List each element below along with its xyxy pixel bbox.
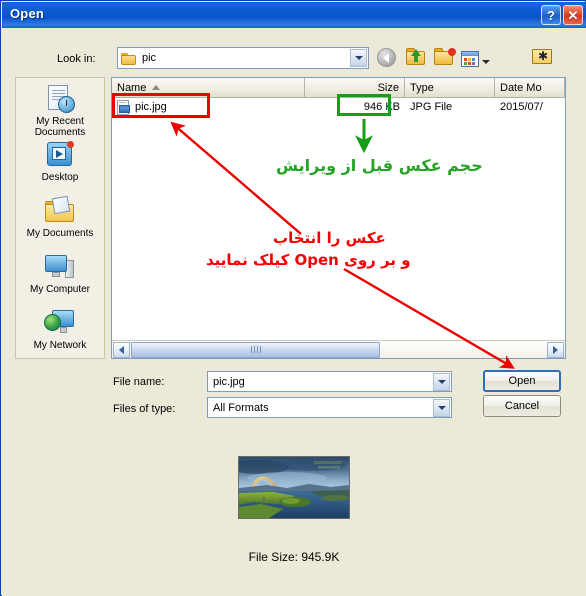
scroll-left-button[interactable] <box>113 341 130 358</box>
sidebar-item-label: My Recent <box>36 116 84 127</box>
help-button[interactable]: ? <box>541 5 561 25</box>
create-new-folder-button[interactable] <box>433 46 456 68</box>
back-button[interactable] <box>377 46 400 68</box>
file-name-dropdown-arrow[interactable] <box>433 373 450 391</box>
file-list-header: Name Size Type Date Mo <box>112 78 565 98</box>
column-header-name[interactable]: Name <box>112 78 305 97</box>
sidebar-item-desktop[interactable]: Desktop <box>16 140 104 195</box>
new-badge-icon <box>448 48 456 56</box>
sidebar-item-label-2: Documents <box>34 127 86 138</box>
files-of-type-dropdown-arrow[interactable] <box>433 399 450 417</box>
annotation-green-text: حجم عکس قبل از ویرایش <box>276 156 483 175</box>
my-documents-icon <box>44 195 76 226</box>
annotation-red-text-line1: عکس را انتخاب <box>273 229 386 247</box>
sort-ascending-icon <box>152 85 161 90</box>
file-name-input[interactable]: pic.jpg <box>207 371 452 392</box>
look-in-value: pic <box>142 52 157 64</box>
title-bar-buttons: ? ✕ <box>541 5 583 25</box>
look-in-dropdown-arrow[interactable] <box>350 49 367 67</box>
desktop-icon <box>44 140 76 170</box>
tools-button[interactable]: ✱ <box>531 46 553 66</box>
dialog-toolbar <box>377 46 490 68</box>
sidebar-item-my-network[interactable]: My Network <box>16 308 104 363</box>
screenshot-root: Open ? ✕ Look in: pic ✱ My Recent Docume… <box>0 0 586 596</box>
folder-icon <box>121 52 137 65</box>
column-header-date-modified[interactable]: Date Mo <box>495 78 565 97</box>
my-computer-icon <box>44 252 76 282</box>
views-icon[interactable] <box>461 50 479 67</box>
sidebar-item-label: My Network <box>33 340 87 351</box>
window-title: Open <box>10 6 45 21</box>
file-list-rows: pic.jpg 946 KB JPG File 2015/07/ <box>112 98 565 341</box>
file-size-caption: File Size: 945.9K <box>248 550 340 564</box>
scrollbar-thumb[interactable] <box>131 341 380 358</box>
column-header-size[interactable]: Size <box>305 78 405 97</box>
scrollbar-track[interactable] <box>131 341 546 358</box>
close-button[interactable]: ✕ <box>563 5 583 25</box>
sidebar-item-my-computer[interactable]: My Computer <box>16 252 104 307</box>
title-bar: Open ? ✕ <box>2 2 586 28</box>
annotation-red-text-line2: و بر روی Open کیلک نمایید <box>206 251 411 269</box>
file-type-cell: JPG File <box>410 101 453 113</box>
sidebar-item-my-recent-documents[interactable]: My Recent Documents <box>16 84 104 139</box>
places-bar: My Recent Documents Desktop My Documents <box>15 77 105 359</box>
file-date-cell: 2015/07/ <box>500 101 543 113</box>
file-size-cell: 946 KB <box>363 101 400 113</box>
sidebar-item-my-documents[interactable]: My Documents <box>16 195 104 251</box>
files-of-type-label: Files of type: <box>113 403 176 415</box>
views-chevron-down-icon[interactable] <box>482 59 490 64</box>
my-network-icon <box>44 308 76 338</box>
open-button[interactable]: Open <box>483 370 561 392</box>
open-dialog-window: Open ? ✕ Look in: pic ✱ My Recent Docume… <box>0 0 586 596</box>
up-one-level-button[interactable] <box>405 46 428 68</box>
cancel-button[interactable]: Cancel <box>483 395 561 417</box>
file-name-text: pic.jpg <box>135 101 167 113</box>
horizontal-scrollbar[interactable] <box>112 340 565 358</box>
look-in-combobox[interactable]: pic <box>117 47 369 69</box>
files-of-type-value: All Formats <box>213 401 269 414</box>
file-name-input-value: pic.jpg <box>213 375 245 388</box>
file-name-cell[interactable]: pic.jpg <box>112 99 305 115</box>
recent-documents-icon <box>44 84 76 114</box>
back-icon <box>377 48 396 67</box>
look-in-label: Look in: <box>57 53 96 65</box>
preview-image <box>239 457 349 518</box>
sidebar-item-label: My Computer <box>29 284 90 295</box>
column-header-type[interactable]: Type <box>405 78 495 97</box>
file-name-label: File name: <box>113 376 165 388</box>
file-list: Name Size Type Date Mo pic.jpg 946 KB JP… <box>111 77 566 359</box>
preview-thumbnail <box>238 456 350 519</box>
scroll-right-button[interactable] <box>547 341 564 358</box>
jpg-file-icon <box>117 99 131 115</box>
sidebar-item-label: Desktop <box>41 172 79 183</box>
files-of-type-select[interactable]: All Formats <box>207 397 452 418</box>
sidebar-item-label: My Documents <box>26 228 94 239</box>
table-row[interactable]: pic.jpg 946 KB JPG File 2015/07/ <box>112 98 565 116</box>
